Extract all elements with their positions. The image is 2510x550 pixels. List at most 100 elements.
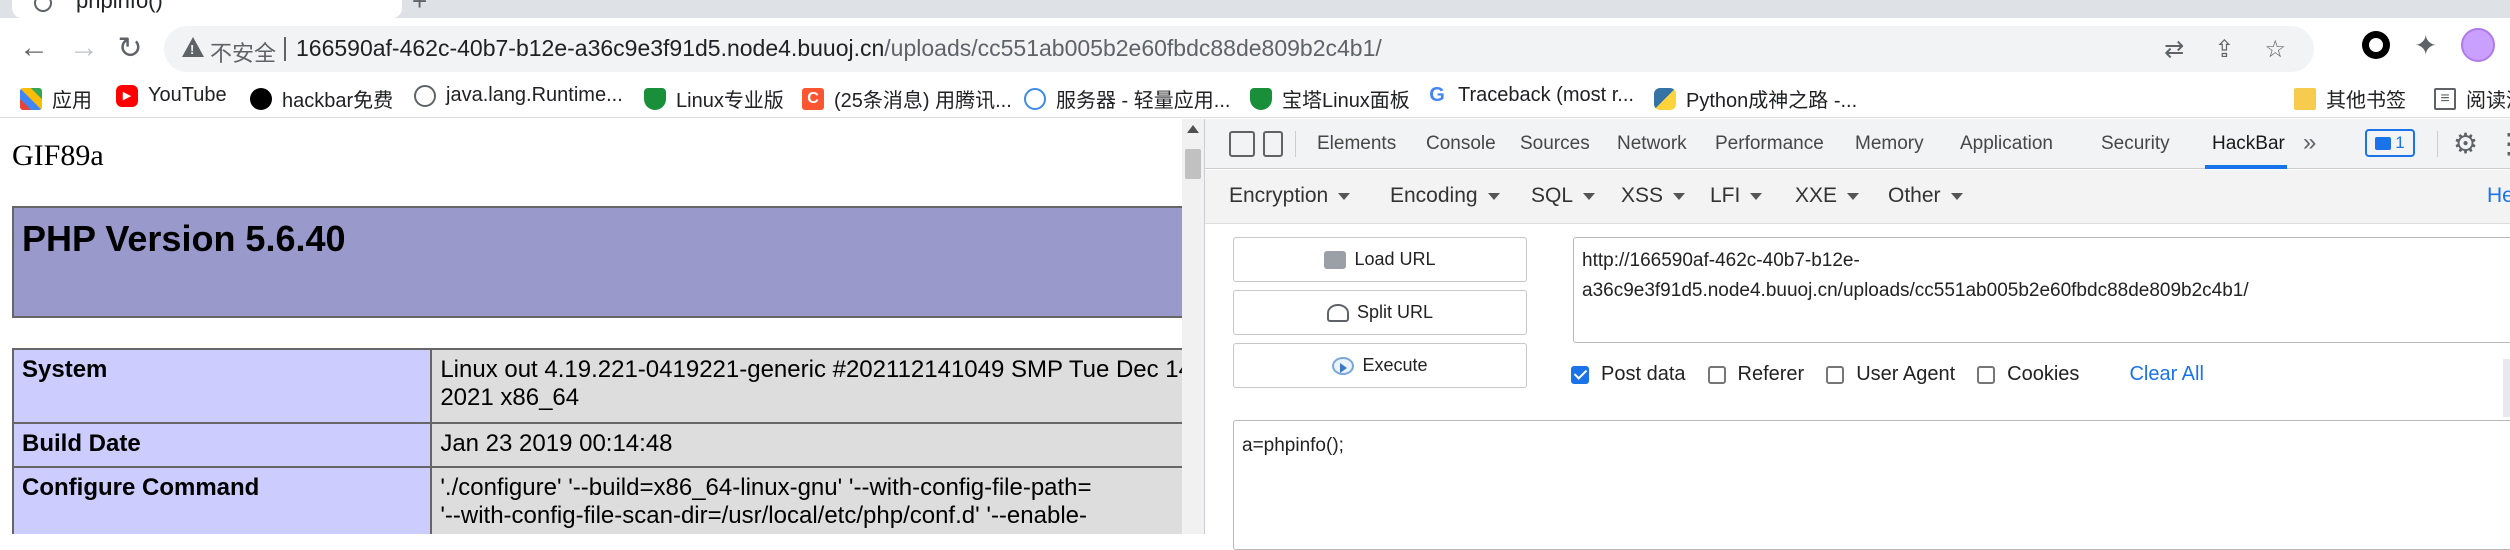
issues-badge[interactable]: 1 — [2365, 129, 2415, 157]
execute-label: Execute — [1362, 355, 1428, 375]
bookmark-youtube[interactable]: ▶ YouTube — [116, 84, 227, 107]
tab-performance[interactable]: Performance — [1715, 133, 1824, 155]
menu-encoding[interactable]: Encoding — [1390, 184, 1500, 208]
user-agent-checkbox[interactable] — [1826, 365, 1845, 384]
tab-sources[interactable]: Sources — [1520, 133, 1590, 155]
kebab-menu-icon[interactable]: ⋮ — [2495, 127, 2510, 160]
tab-security[interactable]: Security — [2101, 133, 2170, 155]
tab-network[interactable]: Network — [1617, 133, 1687, 155]
forward-arrow-icon[interactable]: → — [64, 28, 104, 68]
browser-toolbar: ← → ↻ 不安全 166590af-462c-40b7-b12e-a36c9e… — [0, 18, 2510, 78]
new-tab-plus-icon[interactable]: + — [412, 0, 427, 17]
toolbar-extensions: ✦ — [2362, 28, 2496, 62]
bookmark-label: YouTube — [148, 84, 227, 106]
menu-lfi[interactable]: LFI — [1710, 184, 1762, 208]
scrollbar-thumb[interactable] — [1185, 149, 1201, 179]
request-options: Post data Referer User Agent Cookies Cle… — [1571, 363, 2204, 386]
bookmark-reading-list[interactable]: ≡ 阅读清单 — [2434, 84, 2510, 113]
option-label: Referer — [1737, 363, 1805, 385]
folder-icon — [2294, 87, 2316, 110]
bookmark-hackbar[interactable]: hackbar免费 — [250, 84, 393, 113]
reload-icon[interactable]: ↻ — [110, 28, 150, 68]
google-icon: G — [1426, 84, 1448, 107]
csdn-icon: C — [802, 87, 824, 110]
table-value: './configure' '--build=x86_64-linux-gnu'… — [430, 466, 1182, 534]
bookmark-python[interactable]: Python成神之路 -... — [1654, 84, 1857, 113]
bookmark-csdn[interactable]: C (25条消息) 用腾讯... — [802, 84, 1012, 113]
cookies-option[interactable]: Cookies — [1977, 363, 2079, 386]
cookies-checkbox[interactable] — [1977, 365, 1996, 384]
referer-option[interactable]: Referer — [1707, 363, 1805, 386]
user-agent-option[interactable]: User Agent — [1826, 363, 1955, 386]
menu-other[interactable]: Other — [1888, 184, 1963, 208]
url-line: a36c9e3f91d5.node4.buuoj.cn/uploads/cc55… — [1582, 280, 2249, 301]
post-data-option[interactable]: Post data — [1571, 363, 1686, 386]
php-version-title: PHP Version 5.6.40 — [22, 218, 346, 259]
load-url-button[interactable]: Load URL — [1233, 237, 1527, 282]
menu-sql[interactable]: SQL — [1531, 184, 1595, 208]
scroll-up-arrow-icon[interactable] — [1187, 125, 1199, 133]
hackbar-menu: Encryption Encoding SQL XSS LFI XXE Othe… — [1205, 170, 2510, 224]
browser-tab[interactable]: phpinfo() — [12, 0, 402, 18]
table-key: Build Date — [11, 422, 433, 468]
bookmark-linux-pro[interactable]: Linux专业版 — [644, 84, 784, 113]
table-row: Build Date Jan 23 2019 00:14:48 — [11, 422, 1182, 468]
page-scrollbar[interactable] — [1182, 119, 1204, 534]
clear-all-link[interactable]: Clear All — [2129, 363, 2203, 386]
devtools-separator — [1295, 131, 1296, 157]
message-icon — [2375, 136, 2392, 150]
device-toolbar-icon[interactable] — [1263, 131, 1283, 157]
bookmark-server[interactable]: 服务器 - 轻量应用... — [1024, 84, 1230, 113]
warning-icon[interactable] — [182, 37, 204, 57]
back-arrow-icon[interactable]: ← — [14, 28, 54, 68]
extensions-puzzle-icon[interactable]: ✦ — [2414, 29, 2437, 62]
tab-memory[interactable]: Memory — [1855, 133, 1924, 155]
shield-icon — [1250, 87, 1272, 110]
translate-icon[interactable]: ⇄ — [2164, 35, 2184, 64]
bookmark-other[interactable]: 其他书签 — [2294, 84, 2406, 113]
bookmark-label: 阅读清单 — [2466, 90, 2510, 112]
address-separator — [284, 37, 286, 61]
menu-xss[interactable]: XSS — [1621, 184, 1685, 208]
cloud-icon — [1024, 87, 1046, 110]
split-url-button[interactable]: Split URL — [1233, 290, 1527, 335]
address-bar[interactable]: 不安全 166590af-462c-40b7-b12e-a36c9e3f91d5… — [164, 26, 2314, 72]
gif-header-text: GIF89a — [12, 139, 104, 172]
tab-strip: phpinfo() + — [0, 0, 2510, 18]
menu-xxe[interactable]: XXE — [1795, 184, 1859, 208]
tab-hackbar[interactable]: HackBar — [2212, 133, 2285, 155]
more-tabs-chevron-icon[interactable]: » — [2303, 129, 2316, 157]
tab-application[interactable]: Application — [1960, 133, 2053, 155]
inspect-element-icon[interactable] — [1229, 131, 1255, 157]
devtools-separator — [2437, 131, 2438, 157]
bookmarks-bar: 应用 ▶ YouTube hackbar免费 java.lang.Runtime.… — [0, 78, 2510, 118]
url-text[interactable]: 166590af-462c-40b7-b12e-a36c9e3f91d5.nod… — [296, 35, 1382, 62]
star-bookmark-icon[interactable]: ☆ — [2264, 35, 2286, 64]
profile-avatar[interactable] — [2461, 28, 2496, 62]
insecure-label[interactable]: 不安全 — [210, 36, 276, 68]
table-row: System Linux out 4.19.221-0419221-generi… — [11, 348, 1182, 424]
bookmark-label: 应用 — [52, 90, 92, 112]
tab-console[interactable]: Console — [1426, 133, 1496, 155]
bookmark-apps[interactable]: 应用 — [20, 84, 92, 113]
panel-edge — [2503, 359, 2510, 417]
execute-button[interactable]: Execute — [1233, 343, 1527, 388]
table-value: Jan 23 2019 00:14:48 — [430, 422, 1182, 468]
bookmark-baota[interactable]: 宝塔Linux面板 — [1250, 84, 1410, 113]
referer-checkbox[interactable] — [1707, 365, 1726, 384]
url-textarea[interactable]: http://166590af-462c-40b7-b12e- a36c9e3f… — [1573, 237, 2510, 343]
tab-elements[interactable]: Elements — [1317, 133, 1396, 155]
help-link[interactable]: He — [2487, 184, 2510, 208]
bookmark-traceback[interactable]: G Traceback (most r... — [1426, 84, 1634, 107]
split-url-icon — [1326, 303, 1349, 322]
menu-encryption[interactable]: Encryption — [1229, 184, 1350, 208]
bookmark-java-runtime[interactable]: java.lang.Runtime... — [414, 84, 623, 107]
load-url-icon — [1324, 250, 1347, 269]
bookmark-label: hackbar免费 — [282, 90, 394, 112]
table-key: System — [11, 348, 433, 424]
post-data-textarea[interactable]: a=phpinfo(); — [1233, 420, 2510, 550]
share-icon[interactable]: ⇪ — [2214, 35, 2234, 64]
gear-icon[interactable]: ⚙ — [2453, 127, 2478, 160]
post-data-checkbox[interactable] — [1571, 365, 1589, 384]
extension-circle-icon[interactable] — [2362, 31, 2390, 59]
